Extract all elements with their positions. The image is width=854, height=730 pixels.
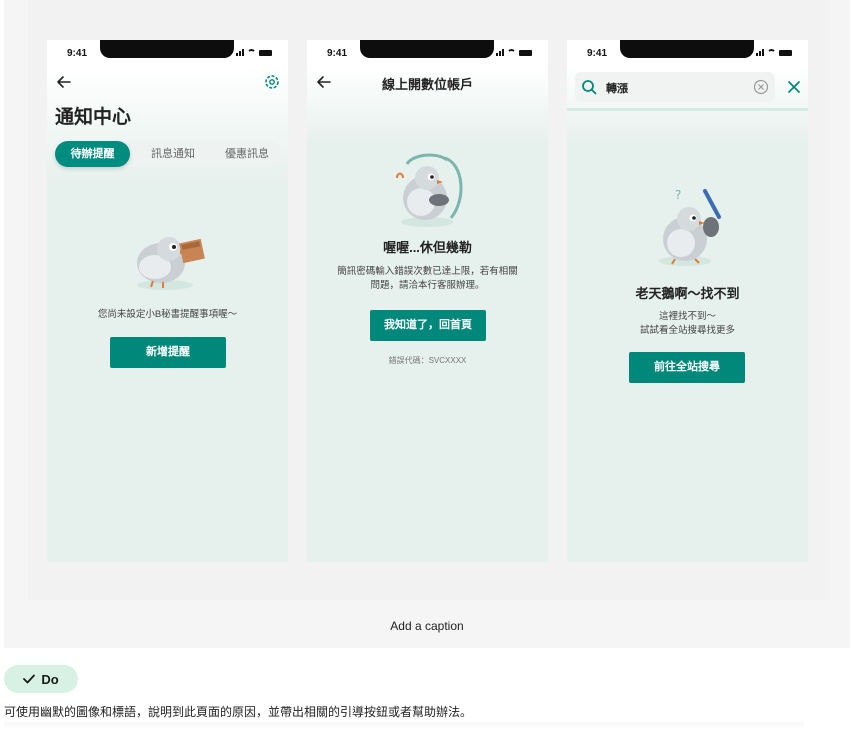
tab-offers[interactable]: 優惠訊息: [211, 141, 283, 167]
bird-with-hose-sad-illustration: ?: [659, 188, 721, 266]
signal-icon: [756, 49, 764, 56]
status-bar: 9:41: [567, 40, 808, 66]
status-time: 9:41: [67, 48, 88, 59]
signal-icon: [236, 49, 244, 56]
figure-panel: 9:41 通知中心 待辦提醒 訊息通知 優惠訊息 您尚未設定小B秘書提醒事項喔～…: [4, 0, 850, 648]
tab-todo-reminders[interactable]: 待辦提醒: [55, 141, 130, 167]
status-bar: 9:41: [47, 40, 288, 66]
gear-icon[interactable]: [264, 74, 280, 90]
phone-notification-center: 9:41 通知中心 待辦提醒 訊息通知 優惠訊息 您尚未設定小B秘書提醒事項喔～…: [47, 40, 288, 562]
phone-digital-account: 9:41 線上開數位帳戶 喔喔...休但幾勒 簡訊密碼輸入錯誤次數已達上限，若有…: [307, 40, 548, 562]
battery-icon: [779, 50, 792, 56]
empty-state-message: 您尚未設定小B秘書提醒事項喔～: [97, 309, 238, 320]
do-label: Do: [41, 671, 59, 687]
wifi-icon: [767, 49, 776, 56]
bird-with-hose-illustration: [396, 153, 463, 227]
battery-icon: [519, 50, 532, 56]
do-guideline-text: 可使用幽默的圖像和標語，說明到此頁面的原因，並帶出相關的引導按鈕或者幫助辦法。: [4, 705, 473, 719]
tab-message-notifications[interactable]: 訊息通知: [137, 141, 209, 167]
signal-icon: [496, 49, 504, 56]
add-reminder-button[interactable]: 新增提醒: [110, 337, 226, 368]
clear-icon[interactable]: [753, 79, 769, 95]
wifi-icon: [247, 49, 256, 56]
status-time: 9:41: [587, 48, 608, 59]
close-icon[interactable]: [787, 80, 801, 94]
notch: [620, 40, 754, 58]
figure-caption[interactable]: Add a caption: [4, 619, 850, 633]
error-message-line-1: 簡訊密碼輸入錯誤次數已達上限，若有相關: [337, 266, 518, 277]
search-input[interactable]: 轉漲: [575, 72, 775, 102]
battery-icon: [259, 50, 272, 56]
error-message-line-2: 問題，請洽本行客服辦理。: [370, 280, 485, 291]
phone-search-empty: 9:41 轉漲 ? 老天鵝啊～找不到 這裡找不到～ 試試看全站搜尋找更多 前往全…: [567, 40, 808, 562]
page-title: 通知中心: [55, 107, 132, 128]
search-divider: [567, 108, 808, 111]
page-title: 線上開數位帳戶: [381, 77, 473, 92]
back-arrow-icon[interactable]: [55, 73, 73, 91]
wifi-icon: [507, 49, 516, 56]
search-icon: [582, 80, 597, 95]
bottom-fade: [4, 722, 804, 730]
site-search-button[interactable]: 前往全站搜尋: [629, 352, 745, 383]
not-found-message-line-2: 試試看全站搜尋找更多: [639, 325, 735, 336]
svg-text:?: ?: [675, 188, 681, 202]
check-icon: [23, 674, 36, 684]
tab-bar: 待辦提醒 訊息通知 優惠訊息: [55, 141, 281, 167]
search-value: 轉漲: [606, 83, 628, 95]
notch: [100, 40, 234, 58]
error-code: 錯誤代碼：SVCXXXX: [388, 356, 467, 365]
do-badge: Do: [4, 665, 78, 693]
status-bar: 9:41: [307, 40, 548, 66]
back-to-home-button[interactable]: 我知道了，回首頁: [370, 310, 486, 341]
bird-with-box-illustration: [137, 237, 205, 290]
not-found-heading: 老天鵝啊～找不到: [635, 286, 740, 301]
status-time: 9:41: [327, 48, 348, 59]
notch: [360, 40, 494, 58]
not-found-message-line-1: 這裡找不到～: [658, 311, 716, 322]
error-heading: 喔喔...休但幾勒: [383, 240, 472, 255]
